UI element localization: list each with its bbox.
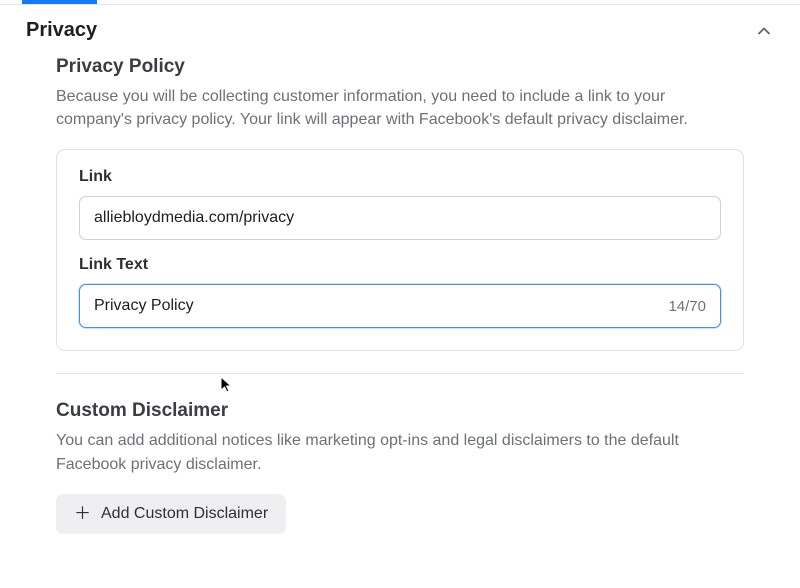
link-label: Link: [79, 168, 721, 186]
link-input[interactable]: [79, 196, 721, 240]
privacy-section-title: Privacy: [26, 19, 97, 42]
privacy-section-header[interactable]: Privacy: [0, 5, 800, 46]
privacy-content: Privacy Policy Because you will be colle…: [0, 46, 800, 534]
link-text-input-wrapper[interactable]: 14/70: [79, 284, 721, 328]
plus-icon: ＋: [74, 505, 91, 522]
privacy-policy-card: Link Link Text 14/70: [56, 149, 744, 351]
link-text-label: Link Text: [79, 256, 721, 274]
section-divider: [56, 373, 744, 374]
chevron-up-icon: [754, 21, 774, 41]
privacy-policy-description: Because you will be collecting customer …: [56, 85, 744, 131]
char-count: 14/70: [668, 298, 720, 315]
custom-disclaimer-description: You can add additional notices like mark…: [56, 429, 744, 475]
link-text-input[interactable]: [80, 285, 668, 327]
custom-disclaimer-title: Custom Disclaimer: [56, 400, 744, 422]
add-custom-disclaimer-label: Add Custom Disclaimer: [101, 505, 268, 523]
add-custom-disclaimer-button[interactable]: ＋ Add Custom Disclaimer: [56, 494, 286, 534]
privacy-policy-title: Privacy Policy: [56, 56, 744, 78]
